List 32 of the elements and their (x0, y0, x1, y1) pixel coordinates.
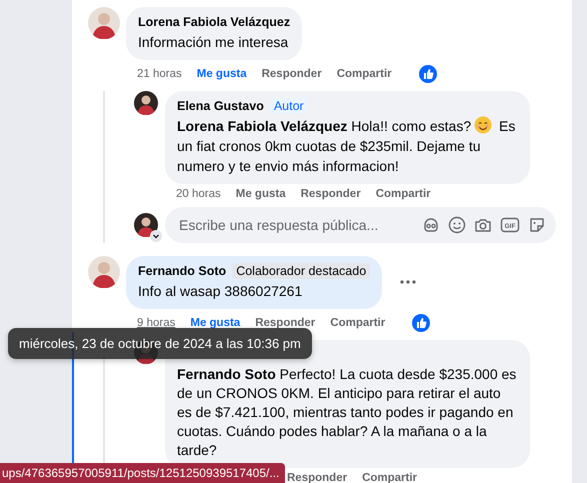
emoji-icon[interactable] (448, 216, 466, 234)
author-badge: Autor (270, 98, 308, 114)
like-button[interactable]: Me gusta (190, 317, 240, 329)
avatar[interactable] (134, 213, 158, 237)
author-name[interactable]: Elena Gustavo (177, 99, 264, 113)
reply-button[interactable]: Responder (300, 188, 361, 200)
comment-text: Fernando Soto Perfecto! La cuota desde $235.000 es de un CRONOS 0KM. El anticipo para retirar el auto es de $7.421.100, mientras tanto podes ir pagando en cuotas. Cuándo podes hablar? A la mañana o a la tarde? (177, 365, 518, 460)
sticker-icon[interactable] (528, 216, 546, 234)
share-button[interactable]: Compartir (330, 317, 386, 329)
like-button[interactable]: Me gusta (236, 188, 286, 200)
comment-text: Lorena Fabiola Velázquez Hola!! como estas? Es un fiat cronos 0km cuotas de $235mil. Dejame tu numero y te envio más informacion! (177, 116, 516, 176)
timestamp-link[interactable]: 20 horas (176, 188, 221, 200)
chevron-icon[interactable] (150, 230, 162, 242)
comment-text: Info al wasap 3886027261 (138, 282, 304, 301)
reply-button[interactable]: Responder (255, 317, 316, 329)
avatar[interactable] (134, 91, 158, 115)
avatar-sticker-icon[interactable] (422, 216, 440, 234)
like-reaction-icon[interactable] (412, 314, 430, 332)
like-button[interactable]: Me gusta (196, 68, 247, 80)
timestamp-link[interactable]: 9 horas (137, 317, 176, 329)
share-button[interactable]: Compartir (376, 188, 431, 200)
comment-text: Información me interesa (138, 33, 290, 52)
top-contributor-badge: Colaborador destacado (232, 263, 370, 279)
author-name[interactable]: Lorena Fabiola Velázquez (138, 15, 290, 29)
smiling-emoji-icon (474, 116, 492, 134)
reply-button[interactable]: Responder (262, 68, 322, 80)
link-status-bar: ups/476365957005911/posts/1251250939517405/... (0, 463, 286, 483)
like-reaction-icon[interactable] (418, 65, 437, 83)
author-name[interactable]: Fernando Soto (138, 264, 226, 278)
timestamp-link[interactable]: 21 horas (137, 68, 182, 80)
share-button[interactable]: Compartir (336, 68, 392, 80)
date-tooltip: miércoles, 23 de octubre de 2024 a las 10:36 pm (8, 328, 312, 359)
